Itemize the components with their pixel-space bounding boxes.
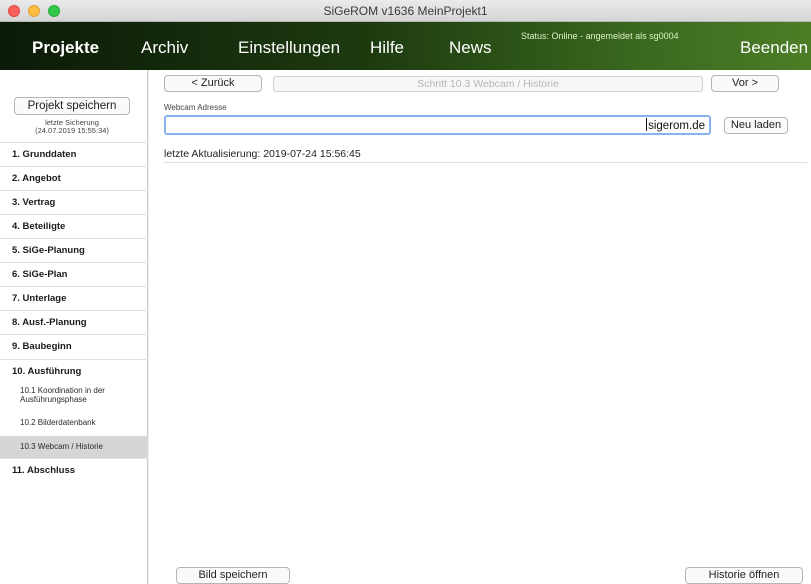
last-update-text: letzte Aktualisierung: 2019-07-24 15:56:… (164, 148, 361, 160)
sidebar-subitem-koordination[interactable]: 10.1 Koordination in der Ausführungsphas… (0, 386, 148, 404)
menu-archiv[interactable]: Archiv (141, 38, 188, 58)
divider (163, 162, 807, 163)
webcam-address-label: Webcam Adresse (164, 103, 227, 112)
webcam-address-value: sigerom.de (648, 120, 705, 132)
save-project-button[interactable]: Projekt speichern (14, 97, 130, 115)
open-history-button[interactable]: Historie öffnen (685, 567, 803, 584)
sidebar-item-vertrag[interactable]: 3. Vertrag (0, 190, 148, 214)
window-title: SiGeROM v1636 MeinProjekt1 (323, 4, 488, 18)
last-save-time: (24.07.2019 15:55:34) (35, 126, 109, 135)
menu-beenden[interactable]: Beenden (740, 38, 808, 58)
next-button[interactable]: Vor > (711, 75, 779, 92)
title-bar: SiGeROM v1636 MeinProjekt1 (0, 0, 811, 22)
sidebar-subitem-webcam-historie[interactable]: 10.3 Webcam / Historie (0, 436, 148, 458)
reload-button[interactable]: Neu laden (724, 117, 788, 134)
sidebar-item-abschluss[interactable]: 11. Abschluss (0, 458, 148, 482)
menu-projekte[interactable]: Projekte (32, 38, 99, 58)
back-button[interactable]: < Zurück (164, 75, 262, 92)
sidebar-item-baubeginn[interactable]: 9. Baubeginn (0, 334, 148, 358)
step-indicator: Schritt 10.3 Webcam / Historie (273, 76, 703, 92)
sidebar-item-angebot[interactable]: 2. Angebot (0, 166, 148, 190)
webcam-address-input[interactable]: sigerom.de (164, 115, 711, 135)
sidebar-item-ausfuehrung[interactable]: 10. Ausführung (0, 359, 148, 383)
sidebar-item-unterlage[interactable]: 7. Unterlage (0, 286, 148, 310)
main-menu: Projekte Archiv Einstellungen Hilfe News… (0, 22, 811, 70)
sidebar-subitem-bilderdatenbank[interactable]: 10.2 Bilderdatenbank (0, 411, 148, 435)
subitem-koordination-line2: Ausführungsphase (20, 395, 87, 404)
text-caret (646, 118, 648, 131)
sidebar-item-beteiligte[interactable]: 4. Beteiligte (0, 214, 148, 238)
status-text: Status: Online - angemeldet als sg0004 (521, 31, 679, 41)
sidebar-item-sige-planung[interactable]: 5. SiGe-Planung (0, 238, 148, 262)
menu-einstellungen[interactable]: Einstellungen (238, 38, 340, 58)
sidebar-item-sige-plan[interactable]: 6. SiGe-Plan (0, 262, 148, 286)
sidebar-item-grunddaten[interactable]: 1. Grunddaten (0, 142, 148, 166)
main-content: < Zurück Schritt 10.3 Webcam / Historie … (149, 70, 811, 584)
sidebar-item-ausf-planung[interactable]: 8. Ausf.-Planung (0, 310, 148, 334)
save-image-button[interactable]: Bild speichern (176, 567, 290, 584)
subitem-koordination-line1: 10.1 Koordination in der (20, 386, 105, 395)
menu-news[interactable]: News (449, 38, 492, 58)
sidebar: Projekt speichern letzte Sicherung (24.0… (0, 70, 148, 584)
menu-hilfe[interactable]: Hilfe (370, 38, 404, 58)
